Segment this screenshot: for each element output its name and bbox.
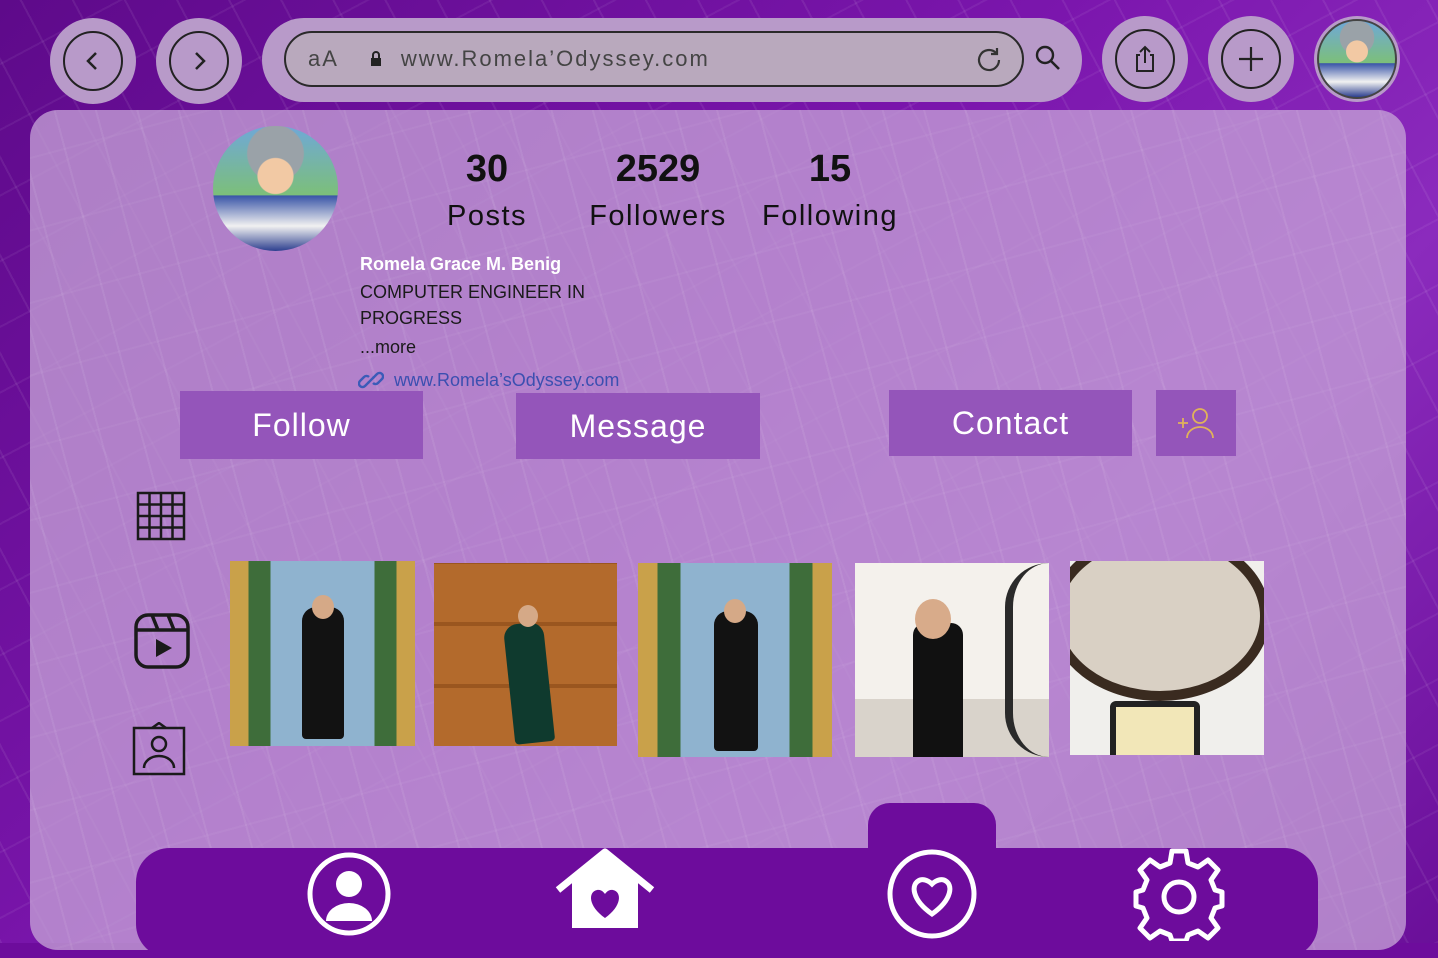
followers-label[interactable]: Followers [578, 200, 738, 233]
share-icon [1115, 29, 1175, 89]
grid-icon[interactable] [136, 491, 186, 546]
following-label[interactable]: Following [754, 200, 906, 233]
website-link[interactable]: www.Romela’sOdyssey.com [394, 370, 619, 391]
post-3[interactable] [638, 563, 832, 757]
follow-button[interactable]: Follow [180, 391, 423, 459]
tagged-icon[interactable] [132, 721, 186, 781]
new-tab-button[interactable] [1208, 16, 1294, 102]
lock-icon [369, 51, 383, 67]
url-text[interactable]: www.Romela’Odyssey.com [401, 46, 710, 72]
posts-label: Posts [446, 200, 528, 232]
message-button[interactable]: Message [516, 393, 760, 459]
forward-button[interactable] [156, 18, 242, 104]
posts-count: 30 [465, 148, 509, 190]
contact-button[interactable]: Contact [889, 390, 1132, 456]
settings-icon[interactable] [1132, 847, 1226, 946]
avatar [1317, 19, 1397, 99]
heart-icon[interactable] [886, 848, 978, 945]
search-icon[interactable] [1034, 44, 1062, 77]
reels-icon[interactable] [134, 613, 190, 674]
address-bar[interactable]: aA www.Romela’Odyssey.com [284, 31, 1024, 87]
bio-line: PROGRESS [360, 308, 463, 328]
share-button[interactable] [1102, 16, 1188, 102]
bio-line: COMPUTER ENGINEER IN [360, 282, 586, 302]
profile-name: Romela Grace M. Benig [360, 254, 562, 274]
add-user-icon [1178, 408, 1214, 439]
reload-icon[interactable] [974, 45, 1004, 81]
text-size-button[interactable]: aA [308, 46, 339, 72]
profile-avatar[interactable] [213, 126, 338, 251]
new-tab-icon [1221, 29, 1281, 89]
post-2[interactable] [434, 563, 617, 746]
back-button[interactable] [50, 18, 136, 104]
back-icon [63, 31, 123, 91]
post-1[interactable] [230, 561, 415, 746]
account-avatar-button[interactable] [1314, 16, 1400, 102]
post-5[interactable] [1070, 561, 1264, 755]
profile-icon[interactable] [306, 851, 392, 942]
post-4[interactable] [855, 563, 1049, 757]
following-count[interactable]: 15 [780, 148, 880, 191]
add-friend-button[interactable] [1156, 390, 1236, 456]
home-heart-icon[interactable] [554, 848, 656, 935]
more-link[interactable]: ...more [360, 337, 416, 358]
followers-count[interactable]: 2529 [583, 148, 733, 191]
forward-icon [169, 31, 229, 91]
